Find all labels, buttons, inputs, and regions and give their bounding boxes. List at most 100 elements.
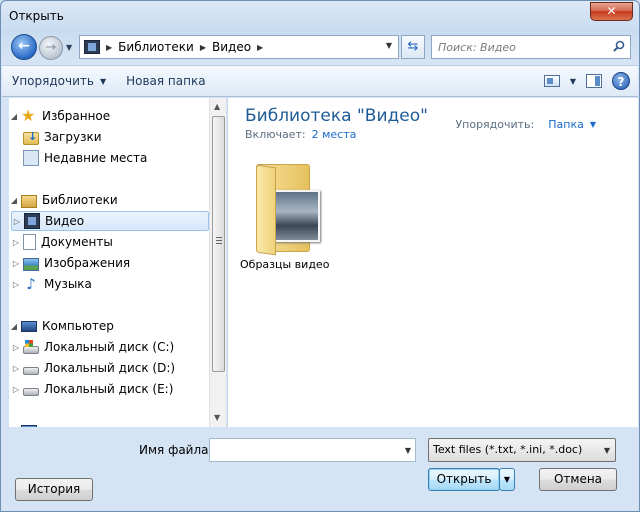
filename-field[interactable]: ▼ (209, 438, 416, 462)
grip-icon (216, 237, 222, 244)
star-icon: ★ (21, 106, 36, 125)
nav-label: Изображения (44, 256, 131, 270)
nav-label: Музыка (44, 277, 92, 291)
nav-scrollbar[interactable]: ▲ ▼ (209, 98, 226, 427)
address-dropdown-icon[interactable]: ▼ (386, 41, 392, 50)
library-includes: Включает: 2 места (245, 128, 356, 141)
change-view-icon[interactable] (543, 75, 560, 87)
cancel-button[interactable]: Отмена (539, 468, 617, 491)
open-options-dropdown-icon[interactable]: ▼ (499, 468, 515, 491)
nav-disk-e[interactable]: ▷ Локальный диск (E:) (11, 379, 173, 399)
nav-label: Локальный диск (C:) (44, 340, 175, 354)
nav-label: Компьютер (42, 319, 114, 333)
search-icon[interactable] (613, 40, 625, 52)
folder-item-label[interactable]: Образцы видео (240, 258, 329, 271)
expand-icon[interactable]: ▷ (11, 364, 21, 373)
arrange-dropdown[interactable]: Папка ▼ (548, 118, 596, 131)
file-type-value: Text files (*.txt, *.ini, *.doc) (433, 443, 583, 456)
breadcrumb-separator-icon[interactable]: ▶ (257, 43, 263, 52)
pictures-icon (23, 257, 39, 271)
collapse-icon[interactable]: ◢ (9, 426, 19, 428)
nav-label: Избранное (42, 109, 111, 123)
drive-icon (23, 388, 39, 396)
nav-network-partial[interactable]: ◢ (9, 420, 42, 427)
breadcrumb-libraries[interactable]: Библиотеки (118, 40, 194, 54)
folder-item[interactable] (252, 158, 324, 256)
help-icon[interactable]: ? (612, 72, 630, 90)
video-library-icon (24, 213, 40, 229)
breadcrumb-separator-icon[interactable]: ▶ (200, 43, 206, 52)
filename-dropdown-icon[interactable]: ▼ (405, 446, 411, 455)
recent-pages-dropdown-icon[interactable]: ▼ (66, 43, 72, 52)
expand-icon[interactable]: ▷ (11, 385, 21, 394)
expand-icon[interactable]: ▷ (11, 343, 21, 352)
documents-icon (23, 234, 36, 250)
nav-video[interactable]: ▷ Видео (11, 211, 209, 231)
close-button[interactable]: ✕ (590, 2, 633, 21)
address-bar[interactable]: ▶ Библиотеки ▶ Видео ▶ ▼ (79, 35, 399, 59)
nav-recent-places[interactable]: Недавние места (21, 148, 147, 168)
scroll-thumb[interactable] (212, 116, 225, 372)
music-note-icon: ♪ (26, 275, 36, 293)
view-controls: ▼ ? (543, 72, 630, 90)
nav-downloads[interactable]: Загрузки (21, 127, 102, 147)
collapse-icon[interactable]: ◢ (9, 196, 19, 205)
search-input[interactable] (438, 39, 608, 55)
arrange-by: Упорядочить: Папка ▼ (455, 118, 596, 131)
filename-label: Имя файла: (139, 443, 213, 457)
nav-disk-d[interactable]: ▷ Локальный диск (D:) (11, 358, 175, 378)
includes-locations-link[interactable]: 2 места (312, 128, 357, 141)
search-box[interactable] (431, 35, 631, 59)
nav-disk-c[interactable]: ▷ Локальный диск (C:) (11, 337, 174, 357)
back-button[interactable]: ← (11, 34, 37, 60)
collapse-icon[interactable]: ◢ (9, 322, 19, 331)
nav-computer[interactable]: ◢ Компьютер (9, 316, 114, 336)
folder-front-icon (256, 164, 276, 256)
includes-label: Включает: (245, 128, 306, 141)
open-dialog: Открыть ✕ ← → ▼ ▶ Библиотеки ▶ Видео ▶ ▼… (0, 0, 640, 512)
expand-icon[interactable]: ▷ (11, 280, 21, 289)
arrange-label: Упорядочить: (455, 118, 535, 131)
nav-label: Локальный диск (D:) (44, 361, 176, 375)
computer-icon (21, 321, 37, 332)
libraries-icon (21, 194, 37, 208)
title-bar: Открыть ✕ (1, 1, 639, 31)
breadcrumb-separator-icon[interactable]: ▶ (106, 43, 112, 52)
expand-icon[interactable]: ▷ (12, 217, 22, 226)
arrange-value: Папка (548, 118, 584, 131)
nav-libraries[interactable]: ◢ Библиотеки (9, 190, 118, 210)
nav-label: Локальный диск (E:) (44, 382, 174, 396)
nav-label: Библиотеки (42, 193, 118, 207)
library-title: Библиотека "Видео" (245, 106, 428, 126)
view-options-dropdown-icon[interactable]: ▼ (570, 77, 576, 86)
scroll-down-icon[interactable]: ▼ (214, 413, 220, 422)
refresh-button[interactable]: ⇆ (401, 35, 425, 59)
nav-documents[interactable]: ▷ Документы (11, 232, 113, 252)
address-row: ← → ▼ ▶ Библиотеки ▶ Видео ▶ ▼ ⇆ (1, 31, 639, 63)
file-type-select[interactable]: Text files (*.txt, *.ini, *.doc) ▼ (428, 438, 616, 462)
scroll-up-icon[interactable]: ▲ (214, 102, 220, 111)
open-button[interactable]: Открыть (428, 468, 500, 491)
organize-button[interactable]: Упорядочить ▼ (2, 74, 116, 88)
forward-button[interactable]: → (39, 36, 63, 60)
collapse-icon[interactable]: ◢ (9, 112, 19, 121)
history-button[interactable]: История (15, 478, 93, 501)
video-thumbnail (272, 190, 320, 242)
new-folder-button[interactable]: Новая папка (116, 74, 215, 88)
organize-label: Упорядочить (12, 74, 94, 88)
chevron-down-icon: ▼ (99, 76, 107, 86)
preview-pane-icon[interactable] (586, 74, 602, 88)
chevron-down-icon: ▼ (603, 446, 610, 455)
nav-label: Видео (45, 214, 85, 228)
nav-label: Документы (41, 235, 113, 249)
expand-icon[interactable]: ▷ (11, 259, 21, 268)
downloads-folder-icon (23, 130, 39, 145)
nav-music[interactable]: ▷ ♪ Музыка (11, 274, 92, 294)
drive-icon (23, 367, 39, 375)
chevron-down-icon: ▼ (589, 120, 596, 129)
breadcrumb-video[interactable]: Видео (212, 40, 251, 54)
nav-favorites[interactable]: ◢ ★ Избранное (9, 106, 110, 126)
system-drive-icon (23, 340, 39, 354)
expand-icon[interactable]: ▷ (11, 238, 21, 247)
nav-images[interactable]: ▷ Изображения (11, 253, 130, 273)
